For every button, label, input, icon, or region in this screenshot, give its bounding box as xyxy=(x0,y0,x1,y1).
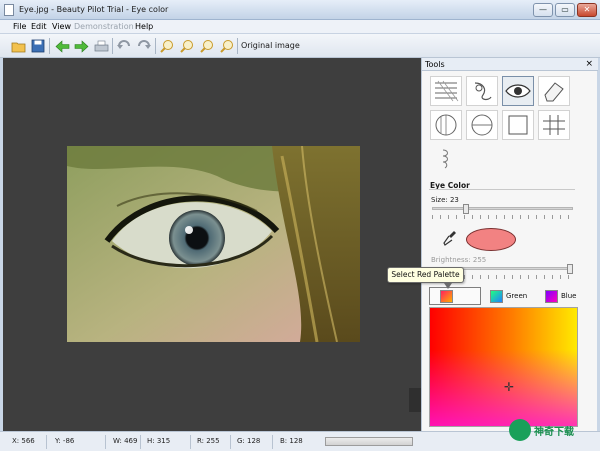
original-image-button[interactable]: Original image xyxy=(241,41,300,50)
zoom-out-icon[interactable] xyxy=(179,38,195,54)
eye-color-swatch[interactable] xyxy=(466,228,516,251)
brightness-slider-thumb[interactable] xyxy=(567,264,573,274)
open-folder-icon[interactable] xyxy=(10,38,26,54)
green-palette-swatch xyxy=(490,289,503,303)
close-button[interactable]: ✕ xyxy=(577,3,597,17)
toolbar-separator xyxy=(237,38,238,54)
blue-palette-button[interactable]: Blue xyxy=(545,287,577,305)
green-palette-button[interactable]: Green xyxy=(490,287,527,305)
toolbar: Original image xyxy=(0,34,600,58)
menu-edit[interactable]: Edit xyxy=(31,22,47,31)
status-w: W: 469 xyxy=(113,437,138,445)
ellipse-tool-icon[interactable] xyxy=(466,110,498,140)
maximize-button[interactable]: ▭ xyxy=(555,3,575,17)
menu-help[interactable]: Help xyxy=(135,22,153,31)
status-separator xyxy=(272,435,273,449)
menu-view[interactable]: View xyxy=(52,22,71,31)
status-r: R: 255 xyxy=(197,437,220,445)
tools-panel-header: Tools × xyxy=(422,58,598,71)
status-separator xyxy=(46,435,47,449)
eye-photo[interactable] xyxy=(67,146,360,342)
scrollbar-thumb[interactable] xyxy=(409,388,421,412)
grid-tool-icon[interactable] xyxy=(538,110,570,140)
squiggle-tool-icon[interactable] xyxy=(430,144,462,174)
redo-icon[interactable] xyxy=(136,38,152,54)
zoom-fit-icon[interactable] xyxy=(199,38,215,54)
red-palette-swatch xyxy=(440,289,453,303)
back-arrow-icon[interactable] xyxy=(54,38,70,54)
blue-palette-label: Blue xyxy=(561,292,577,300)
print-icon[interactable] xyxy=(93,38,109,54)
watermark-text: 神奇下载 xyxy=(534,426,574,438)
status-separator xyxy=(230,435,231,449)
tooltip: Select Red Palette xyxy=(387,267,464,289)
blue-palette-swatch xyxy=(545,289,558,303)
size-label: Size: 23 xyxy=(431,196,459,204)
toolbar-separator xyxy=(49,38,50,54)
minimize-button[interactable]: — xyxy=(533,3,553,17)
tooltip-text: Select Red Palette xyxy=(391,270,460,279)
sphere-tool-icon[interactable] xyxy=(430,110,462,140)
watermark: 神奇下载 xyxy=(509,416,599,444)
retouch-tool-icon[interactable] xyxy=(466,76,498,106)
rectangle-tool-icon[interactable] xyxy=(502,110,534,140)
title-bar: Eye.jpg - Beauty Pilot Trial - Eye color… xyxy=(0,0,600,20)
green-palette-label: Green xyxy=(506,292,528,300)
canvas-scrollbar[interactable] xyxy=(409,58,421,431)
red-palette-button[interactable] xyxy=(429,287,481,305)
tools-panel-title: Tools xyxy=(425,60,445,69)
status-b: B: 128 xyxy=(280,437,303,445)
watermark-logo xyxy=(509,419,531,441)
eraser-tool-icon[interactable] xyxy=(538,76,570,106)
zoom-in-icon[interactable] xyxy=(159,38,175,54)
size-slider-ticks xyxy=(432,215,573,219)
size-slider-thumb[interactable] xyxy=(463,204,470,214)
color-palette[interactable]: ✛ xyxy=(429,307,578,427)
section-divider xyxy=(429,189,575,190)
image-canvas[interactable] xyxy=(3,58,421,431)
menu-file[interactable]: File xyxy=(13,22,26,31)
status-x: X: 566 xyxy=(12,437,35,445)
status-separator xyxy=(105,435,106,449)
status-progress-bar xyxy=(325,437,413,446)
status-g: G: 128 xyxy=(237,437,261,445)
eyedropper-icon[interactable] xyxy=(443,230,457,246)
toolbar-separator xyxy=(155,38,156,54)
crosshair-icon: ✛ xyxy=(504,380,515,394)
zoom-actual-icon[interactable] xyxy=(219,38,235,54)
size-slider[interactable] xyxy=(432,207,573,210)
app-icon xyxy=(4,4,14,16)
toolbar-separator xyxy=(112,38,113,54)
tooltip-tail xyxy=(444,283,452,289)
forward-arrow-icon[interactable] xyxy=(73,38,89,54)
menu-demonstration[interactable]: Demonstration xyxy=(74,22,134,31)
eye-color-tool-icon[interactable] xyxy=(502,76,534,106)
status-separator xyxy=(140,435,141,449)
texture-tool-icon[interactable] xyxy=(430,76,462,106)
status-separator xyxy=(190,435,191,449)
status-h: H: 315 xyxy=(147,437,171,445)
brightness-label: Brightness: 255 xyxy=(431,256,487,264)
undo-icon[interactable] xyxy=(116,38,132,54)
window-title: Eye.jpg - Beauty Pilot Trial - Eye color xyxy=(19,5,169,14)
menu-bar: File Edit View Demonstration Help xyxy=(0,20,600,34)
save-icon[interactable] xyxy=(30,38,46,54)
status-y: Y: -86 xyxy=(55,437,75,445)
close-icon[interactable]: × xyxy=(585,59,593,69)
